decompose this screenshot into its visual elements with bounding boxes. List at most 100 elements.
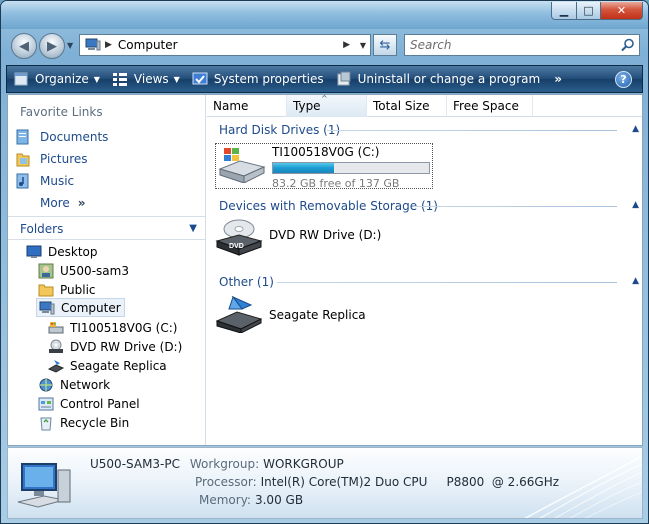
music-icon <box>16 173 29 189</box>
minimize-icon: ▁ <box>559 4 569 17</box>
column-header-row: Name ^ Type Total Size Free Space <box>207 94 642 117</box>
refresh-button[interactable]: ⇆ <box>373 34 397 56</box>
collapse-group-icon[interactable]: ▲ <box>632 200 639 210</box>
computer-name: U500-SAM3-PC <box>90 457 180 471</box>
drive-name: Seagate Replica <box>269 308 366 322</box>
group-header-hard-disk[interactable]: Hard Disk Drives (1) <box>219 123 340 137</box>
drive-name: DVD RW Drive (D:) <box>269 228 382 242</box>
computer-icon <box>39 301 55 314</box>
back-button[interactable]: ◀ <box>11 33 37 59</box>
chevron-down-icon: ▼ <box>173 74 180 84</box>
capacity-bar-fill <box>273 163 334 173</box>
column-total-size[interactable]: Total Size <box>367 95 447 117</box>
tree-item-computer[interactable]: Computer <box>36 298 125 317</box>
more-commands-button[interactable]: » <box>546 72 570 86</box>
tree-item-recycle-bin[interactable]: Recycle Bin <box>38 413 129 432</box>
capacity-bar <box>272 162 430 174</box>
file-list-pane: Name ^ Type Total Size Free Space Hard D… <box>207 94 642 445</box>
maximize-button[interactable]: □ <box>576 2 601 20</box>
recent-pages-dropdown[interactable]: ▼ <box>67 41 73 50</box>
collapse-group-icon[interactable]: ▲ <box>632 276 639 286</box>
search-placeholder: Search <box>410 38 452 52</box>
navigation-row: ◀ ▶ ▼ ▶ Computer ▶ ▼ ⇆ Search <box>1 29 648 63</box>
folder-icon <box>38 284 54 296</box>
dvd-drive-icon <box>49 339 63 353</box>
column-free-space[interactable]: Free Space <box>447 95 533 117</box>
sort-up-icon: ^ <box>321 94 328 103</box>
favorite-pictures[interactable]: Pictures <box>16 151 88 167</box>
group-header-removable[interactable]: Devices with Removable Storage (1) <box>219 199 438 213</box>
breadcrumb-separator-icon[interactable]: ▶ <box>105 40 112 50</box>
group-header-other[interactable]: Other (1) <box>219 275 274 289</box>
tree-item-dvd-drive[interactable]: DVD RW Drive (D:) <box>48 337 182 356</box>
tree-item-public[interactable]: Public <box>38 280 96 299</box>
decorative-swoosh <box>524 455 642 518</box>
views-button[interactable]: Views ▼ <box>106 66 186 92</box>
favorite-documents[interactable]: Documents <box>16 129 108 145</box>
tree-item-desktop[interactable]: Desktop <box>26 242 98 261</box>
search-icon[interactable] <box>621 38 635 52</box>
tree-item-c-drive[interactable]: TI100518V0G (C:) <box>48 318 177 337</box>
group-divider <box>413 206 617 207</box>
favorite-more[interactable]: More » <box>16 195 86 211</box>
seagate-icon <box>48 359 64 373</box>
organize-button[interactable]: Organize ▼ <box>7 66 106 92</box>
drive-name: TI100518V0G (C:) <box>272 145 380 159</box>
content-area: Favorite Links Documents Pictures Music … <box>7 94 643 446</box>
tree-item-user[interactable]: U500-sam3 <box>38 261 129 280</box>
breadcrumb-computer[interactable]: Computer <box>118 38 339 52</box>
refresh-icon: ⇆ <box>379 37 391 53</box>
search-input[interactable]: Search <box>404 34 640 56</box>
memory-row: Memory: 3.00 GB <box>199 493 304 507</box>
recycle-bin-icon <box>40 417 52 430</box>
collapse-group-icon[interactable]: ▲ <box>632 124 639 134</box>
column-type[interactable]: ^ Type <box>287 94 367 117</box>
hard-drive-icon <box>48 321 64 333</box>
tree-item-control-panel[interactable]: Control Panel <box>38 394 140 413</box>
back-arrow-icon: ◀ <box>19 38 29 54</box>
user-folder-icon <box>38 263 54 278</box>
collapse-chevron-icon[interactable]: ▼ <box>189 217 197 241</box>
help-icon: ? <box>620 73 627 86</box>
favorite-links-title: Favorite Links <box>20 105 103 119</box>
close-icon: ✕ <box>616 4 627 17</box>
double-chevron-icon: » <box>77 196 86 210</box>
documents-icon <box>16 129 29 145</box>
close-button[interactable]: ✕ <box>600 2 643 20</box>
network-icon <box>39 378 53 391</box>
uninstall-program-button[interactable]: Uninstall or change a program <box>330 66 547 92</box>
tree-item-network[interactable]: Network <box>38 375 110 394</box>
pictures-icon <box>16 153 30 167</box>
control-panel-icon <box>38 397 54 410</box>
group-divider <box>327 130 617 131</box>
desktop-icon <box>26 245 42 258</box>
forward-arrow-icon: ▶ <box>47 38 57 54</box>
hard-drive-icon <box>218 148 266 183</box>
breadcrumb-chevron-icon[interactable]: ▶ <box>343 40 350 50</box>
views-icon <box>112 73 127 86</box>
minimize-button[interactable]: ▁ <box>551 2 577 20</box>
favorite-music[interactable]: Music <box>16 173 74 189</box>
address-dropdown-icon[interactable]: ▼ <box>356 41 370 50</box>
forward-button[interactable]: ▶ <box>39 33 65 59</box>
address-bar[interactable]: ▶ Computer ▶ ▼ <box>79 34 371 56</box>
drive-tile-dvd[interactable]: DVD DVD RW Drive (D:) <box>215 219 433 265</box>
title-bar[interactable]: ▁ □ ✕ <box>1 1 648 29</box>
drive-tile-seagate[interactable]: Seagate Replica <box>215 295 433 341</box>
tree-item-seagate[interactable]: Seagate Replica <box>48 356 167 375</box>
navigation-pane: Favorite Links Documents Pictures Music … <box>8 95 206 445</box>
folders-header[interactable]: Folders ▼ <box>8 216 205 240</box>
help-button[interactable]: ? <box>615 71 632 88</box>
system-properties-icon <box>192 72 208 85</box>
system-properties-button[interactable]: System properties <box>186 66 330 92</box>
uninstall-icon <box>337 71 351 86</box>
column-name[interactable]: Name <box>207 95 287 117</box>
processor-row: Processor: Intel(R) Core(TM)2 Duo CPU P88… <box>195 475 560 489</box>
drive-free-space: 83.2 GB free of 137 GB <box>272 177 400 190</box>
organize-icon <box>14 72 28 86</box>
details-pane: U500-SAM3-PC Workgroup: WORKGROUP Process… <box>7 447 643 519</box>
chevron-down-icon: ▼ <box>93 74 100 84</box>
drive-tile-c[interactable]: TI100518V0G (C:) 83.2 GB free of 137 GB <box>215 143 433 190</box>
maximize-icon: □ <box>583 4 594 17</box>
dvd-drive-icon: DVD <box>215 219 263 256</box>
